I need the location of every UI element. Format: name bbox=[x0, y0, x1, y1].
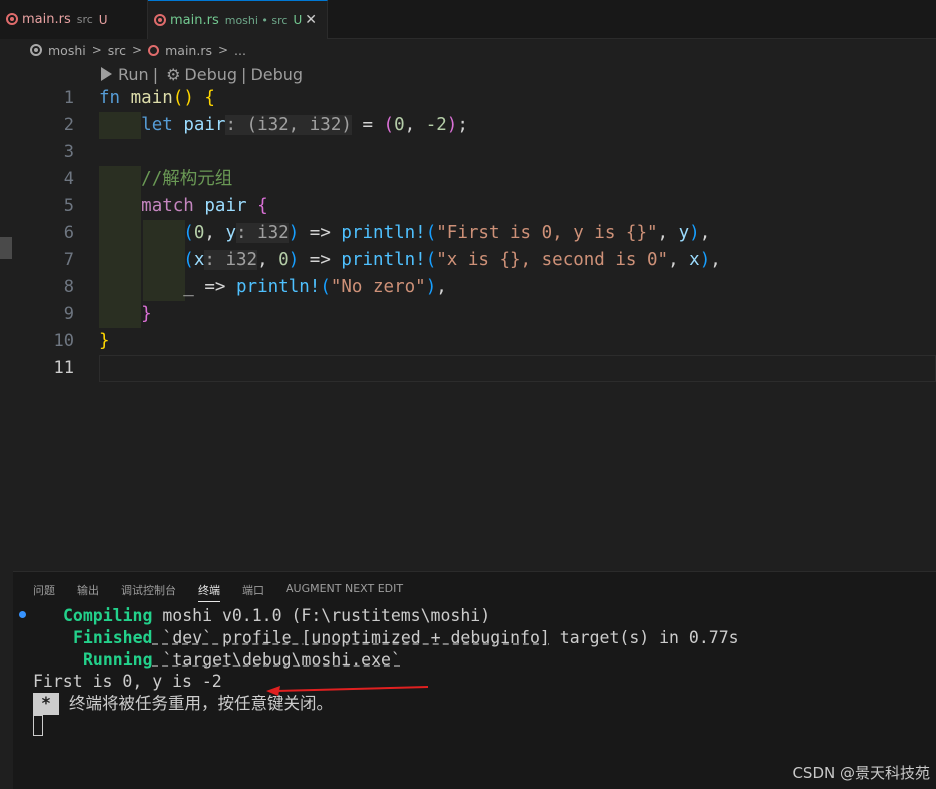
code-text: let pair: (i32, i32) = (0, -2); bbox=[141, 115, 468, 135]
codelens-separator: | bbox=[241, 64, 247, 84]
rust-file-icon bbox=[154, 14, 166, 26]
tab-status-badge: U bbox=[293, 13, 303, 27]
codelens-debug[interactable]: Debug bbox=[184, 65, 237, 84]
code-line: 7 (x: i32, 0) => println!("x is {}, seco… bbox=[0, 247, 936, 274]
breadcrumb-separator: > bbox=[132, 43, 143, 57]
code-line: 5 match pair { bbox=[0, 193, 936, 220]
watermark: CSDN @景天科技苑 bbox=[792, 764, 930, 782]
code-text: fn main() { bbox=[99, 88, 215, 108]
tab-main-rs-src[interactable]: main.rs src U bbox=[0, 0, 148, 39]
line-number: 8 bbox=[63, 277, 74, 297]
code-editor[interactable]: 1 fn main() { 2 let pair: (i32, i32) = (… bbox=[0, 85, 936, 385]
rust-file-icon bbox=[6, 13, 18, 25]
program-output: First is 0, y is -2 bbox=[33, 672, 222, 691]
line-number: 9 bbox=[63, 304, 74, 324]
code-line: 1 fn main() { bbox=[0, 85, 936, 112]
red-arrow-annotation bbox=[266, 686, 429, 696]
tab-status-badge: U bbox=[98, 12, 108, 27]
code-line: 11 bbox=[0, 355, 936, 382]
gear-icon[interactable]: ⚙ bbox=[166, 65, 180, 84]
code-line: 2 let pair: (i32, i32) = (0, -2); bbox=[0, 112, 936, 139]
code-text: (x: i32, 0) => println!("x is {}, second… bbox=[183, 250, 721, 270]
line-number: 5 bbox=[63, 196, 74, 216]
bottom-panel: 问题 输出 调试控制台 终端 端口 AUGMENT NEXT EDIT Comp… bbox=[13, 571, 936, 789]
tab-filename: main.rs bbox=[22, 12, 71, 27]
tab-filename: main.rs bbox=[170, 12, 219, 28]
line-number: 2 bbox=[63, 115, 74, 135]
line-number: 4 bbox=[63, 169, 74, 189]
close-icon[interactable]: ✕ bbox=[305, 12, 317, 28]
terminal-line: Compiling moshi v0.1.0 (F:\rustitems\mos… bbox=[63, 606, 491, 625]
play-icon[interactable] bbox=[101, 67, 112, 81]
codelens-debug-2[interactable]: Debug bbox=[250, 65, 303, 84]
code-text: match pair { bbox=[141, 196, 268, 216]
codelens-run[interactable]: Run bbox=[118, 65, 149, 84]
breadcrumb: moshi > src > main.rs > ... bbox=[30, 40, 246, 60]
code-line: 4 //解构元组 bbox=[0, 166, 936, 193]
task-star-badge: * bbox=[33, 693, 59, 715]
breadcrumb-item-more[interactable]: ... bbox=[234, 43, 246, 58]
line-number: 11 bbox=[53, 358, 74, 378]
tab-bar: main.rs src U main.rs moshi • src U ✕ bbox=[0, 0, 936, 39]
tab-folder: moshi • src bbox=[224, 13, 288, 27]
code-text: _ => println!("No zero"), bbox=[183, 277, 447, 297]
code-line: 8 _ => println!("No zero"), bbox=[0, 274, 936, 301]
tab-main-rs-moshi[interactable]: main.rs moshi • src U ✕ bbox=[148, 0, 328, 39]
code-line: 6 (0, y: i32) => println!("First is 0, y… bbox=[0, 220, 936, 247]
folder-target-icon bbox=[30, 44, 42, 56]
breadcrumb-separator: > bbox=[91, 43, 102, 57]
code-line: 10 } bbox=[0, 328, 936, 355]
terminal[interactable]: Compiling moshi v0.1.0 (F:\rustitems\mos… bbox=[13, 572, 936, 789]
line-number: 3 bbox=[63, 142, 74, 162]
code-text: (0, y: i32) => println!("First is 0, y i… bbox=[183, 223, 711, 243]
codelens-separator: | bbox=[152, 64, 159, 84]
line-number: 6 bbox=[63, 223, 74, 243]
command-status-dot-icon bbox=[19, 611, 26, 618]
code-text: } bbox=[141, 304, 152, 324]
codelens: Run | ⚙ Debug | Debug bbox=[101, 63, 303, 85]
code-text: } bbox=[99, 331, 110, 351]
terminal-line: Finished `dev` profile [unoptimized + de… bbox=[73, 628, 739, 647]
breadcrumb-item-moshi[interactable]: moshi bbox=[48, 43, 86, 58]
code-line: 9 } bbox=[0, 301, 936, 328]
line-number: 10 bbox=[53, 331, 74, 351]
code-text: //解构元组 bbox=[141, 169, 233, 189]
terminal-line: Running `target\debug\moshi.exe` bbox=[83, 650, 401, 669]
tab-folder: src bbox=[76, 13, 93, 26]
code-line: 3 bbox=[0, 139, 936, 166]
breadcrumb-item-file[interactable]: main.rs bbox=[165, 43, 212, 58]
line-number: 7 bbox=[63, 250, 74, 270]
rust-file-icon bbox=[148, 44, 160, 56]
terminal-cursor bbox=[33, 715, 43, 736]
breadcrumb-item-src[interactable]: src bbox=[108, 43, 126, 58]
breadcrumb-separator: > bbox=[217, 43, 229, 57]
line-number: 1 bbox=[63, 88, 74, 108]
